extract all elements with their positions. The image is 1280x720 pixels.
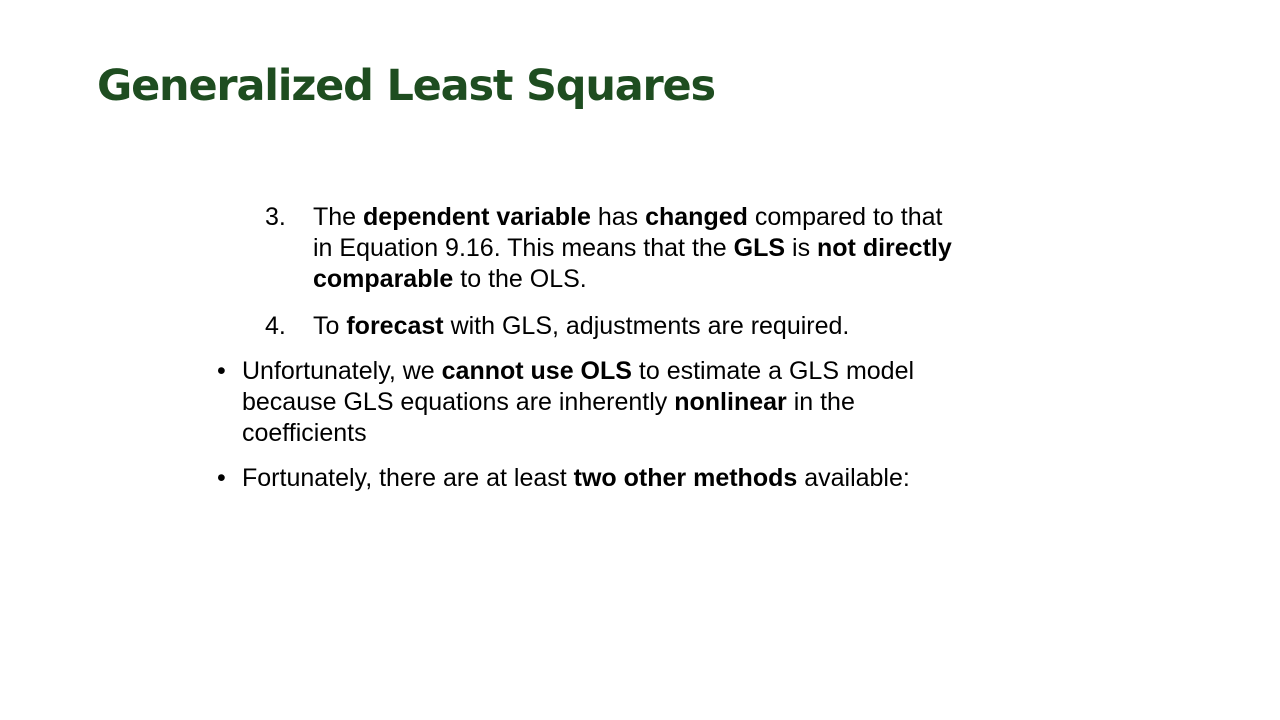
bullet-line: because GLS equations are inherently non… bbox=[242, 388, 855, 416]
bullet-line: coefficients bbox=[242, 419, 367, 447]
item-line: comparable to the OLS. bbox=[313, 265, 587, 293]
item-number: 3. bbox=[265, 203, 286, 231]
item-line: To forecast with GLS, adjustments are re… bbox=[313, 312, 850, 340]
bullet-line: Fortunately, there are at least two othe… bbox=[242, 464, 910, 492]
numbered-item: 4. To forecast with GLS, adjustments are… bbox=[265, 311, 1073, 342]
slide-title: Generalized Least Squares bbox=[97, 61, 716, 111]
slide: Generalized Least Squares 3. The depende… bbox=[0, 0, 1280, 720]
bullet-item: • Unfortunately, we cannot use OLS to es… bbox=[217, 356, 1042, 449]
bullet-item: • Fortunately, there are at least two ot… bbox=[217, 463, 1042, 494]
bullet-line: Unfortunately, we cannot use OLS to esti… bbox=[242, 357, 915, 385]
bullet-marker: • bbox=[217, 464, 226, 492]
bullet-marker: • bbox=[217, 357, 226, 385]
numbered-item: 3. The dependent variable has changed co… bbox=[265, 202, 1073, 295]
item-line: The dependent variable has changed compa… bbox=[313, 203, 943, 231]
item-line: in Equation 9.16. This means that the GL… bbox=[313, 234, 952, 262]
item-number: 4. bbox=[265, 312, 286, 340]
